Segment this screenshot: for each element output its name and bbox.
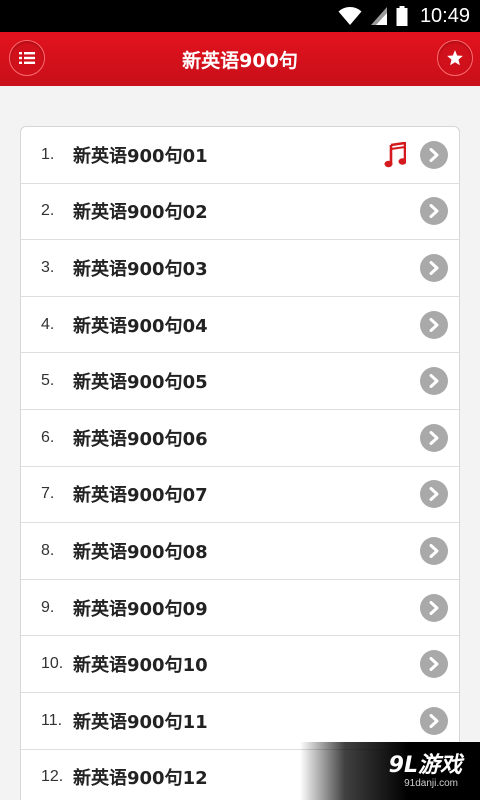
list-item[interactable]: 9. 新英语900句09 [21, 580, 459, 637]
list-item[interactable]: 5. 新英语900句05 [21, 353, 459, 410]
status-time: 10:49 [419, 4, 470, 27]
list-item[interactable]: 10. 新英语900句10 [21, 636, 459, 693]
chevron-right-icon[interactable] [420, 197, 448, 226]
item-title: 新英语900句04 [73, 315, 208, 337]
item-title: 新英语900句01 [73, 145, 208, 167]
chevron-right-icon[interactable] [420, 650, 448, 679]
favorites-button[interactable] [437, 40, 473, 76]
item-title: 新英语900句02 [73, 202, 208, 224]
chevron-right-icon[interactable] [420, 480, 448, 509]
chevron-right-icon[interactable] [420, 536, 448, 565]
signal-icon [370, 7, 387, 25]
battery-icon [396, 6, 408, 26]
chevron-right-icon[interactable] [420, 140, 448, 169]
item-number: 8. [41, 541, 55, 559]
chevron-right-icon[interactable] [420, 593, 448, 622]
watermark-url: 91danji.com [404, 777, 458, 789]
list-item[interactable]: 3. 新英语900句03 [21, 240, 459, 297]
chevron-right-icon[interactable] [420, 706, 448, 735]
list-item[interactable]: 6. 新英语900句06 [21, 410, 459, 467]
item-number: 9. [41, 598, 55, 616]
item-title: 新英语900句09 [73, 598, 208, 620]
watermark-logo: 9L游戏 [388, 752, 462, 778]
chevron-right-icon[interactable] [420, 253, 448, 282]
item-number: 10. [41, 655, 64, 673]
item-number: 6. [41, 428, 55, 446]
item-number: 11. [41, 711, 63, 729]
chevron-right-icon[interactable] [420, 367, 448, 396]
menu-button[interactable] [9, 40, 45, 76]
list-menu-icon [19, 52, 35, 64]
item-title: 新英语900句06 [73, 428, 208, 450]
item-number: 4. [41, 315, 55, 333]
item-title: 新英语900句07 [73, 485, 208, 507]
item-number: 3. [41, 258, 55, 276]
star-icon [447, 50, 463, 66]
list-item[interactable]: 2. 新英语900句02 [21, 184, 459, 241]
status-bar: 10:49 [0, 0, 480, 32]
item-number: 12. [41, 768, 64, 786]
music-note-icon [384, 141, 406, 167]
item-title: 新英语900句10 [73, 655, 208, 677]
list-item[interactable]: 7. 新英语900句07 [21, 467, 459, 524]
list-item[interactable]: 8. 新英语900句08 [21, 523, 459, 580]
item-number: 1. [41, 145, 55, 163]
page-title: 新英语900句 [182, 49, 298, 72]
item-number: 2. [41, 202, 55, 220]
wifi-icon [338, 7, 362, 25]
item-number: 7. [41, 485, 55, 503]
app-bar: 新英语900句 [0, 32, 480, 86]
list-item[interactable]: 1. 新英语900句01 [21, 127, 459, 184]
item-number: 5. [41, 372, 55, 390]
chevron-right-icon[interactable] [420, 423, 448, 452]
item-title: 新英语900句03 [73, 258, 208, 280]
item-title: 新英语900句05 [73, 372, 208, 394]
item-title: 新英语900句12 [73, 768, 208, 790]
chevron-right-icon[interactable] [420, 310, 448, 339]
list-item[interactable]: 4. 新英语900句04 [21, 297, 459, 354]
lesson-list: 1. 新英语900句01 2. 新英语900句02 3. 新英语900句03 4… [20, 126, 460, 800]
item-title: 新英语900句08 [73, 541, 208, 563]
item-title: 新英语900句11 [73, 711, 208, 733]
watermark: 9L游戏 91danji.com [300, 742, 480, 800]
